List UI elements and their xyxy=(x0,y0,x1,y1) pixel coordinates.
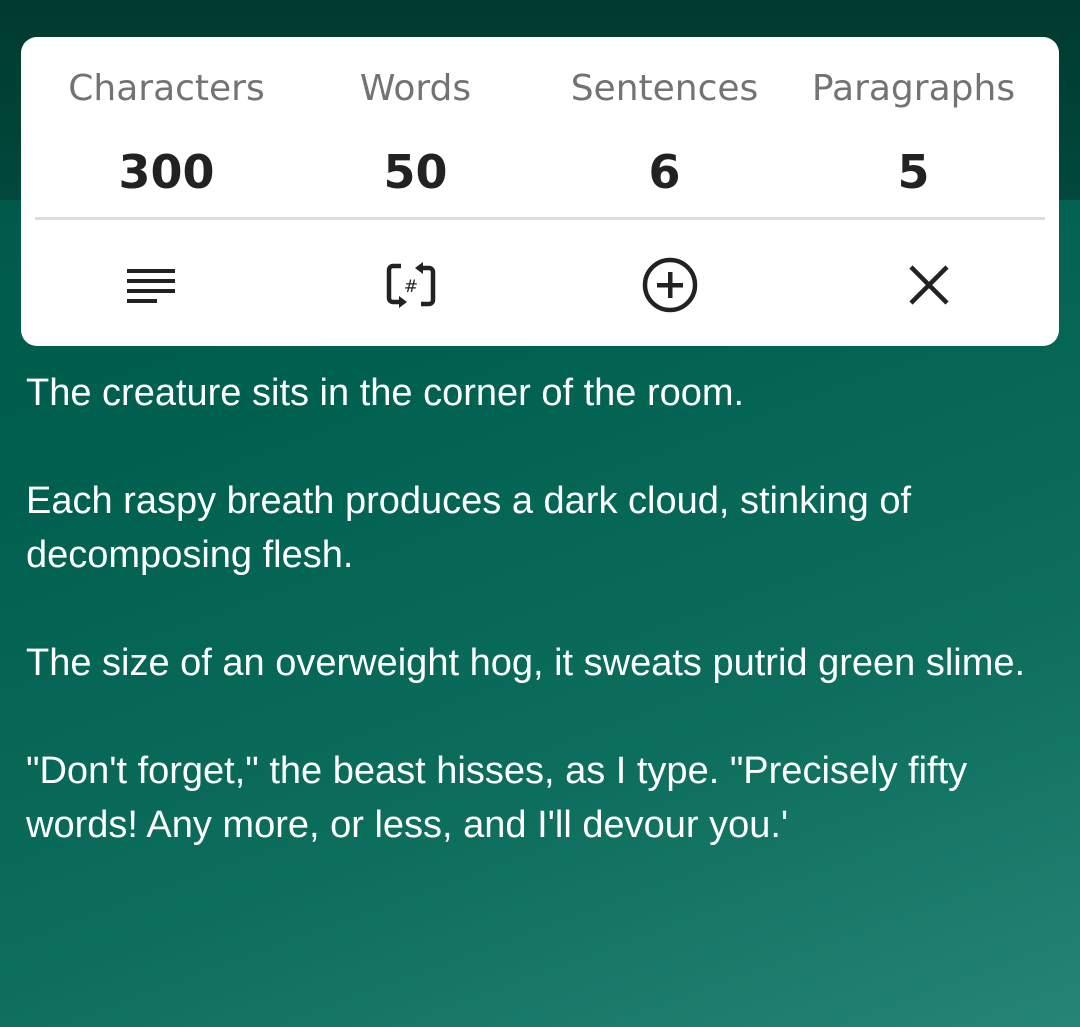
word-count-card: Characters 300 Words 50 Sentences 6 Para… xyxy=(21,37,1059,346)
story-paragraph: "Don't forget," the beast hisses, as I t… xyxy=(26,750,968,846)
stat-label: Words xyxy=(359,68,472,109)
story-paragraph: Each raspy breath produces a dark cloud,… xyxy=(26,480,912,576)
stat-label: Sentences xyxy=(570,68,759,109)
stat-value: 6 xyxy=(648,145,681,199)
stats-row: Characters 300 Words 50 Sentences 6 Para… xyxy=(42,37,1038,197)
stat-label: Paragraphs xyxy=(811,68,1016,109)
stat-value: 50 xyxy=(383,145,448,199)
divider xyxy=(35,217,1045,220)
add-button[interactable] xyxy=(632,247,708,323)
story-paragraph: The creature sits in the corner of the r… xyxy=(26,372,745,414)
stat-value: 5 xyxy=(897,145,930,199)
actions-row: # xyxy=(21,247,1059,323)
stat-sentences: Sentences 6 xyxy=(540,37,789,197)
story-text[interactable]: The creature sits in the corner of the r… xyxy=(26,366,1056,906)
close-icon xyxy=(909,265,949,305)
stat-words: Words 50 xyxy=(291,37,540,197)
hash-refresh-icon: # xyxy=(386,262,436,308)
close-button[interactable] xyxy=(891,247,967,323)
add-circle-icon xyxy=(642,257,698,313)
stat-label: Characters xyxy=(68,68,265,109)
stat-characters: Characters 300 xyxy=(42,37,291,197)
format-button[interactable] xyxy=(113,247,189,323)
stat-value: 300 xyxy=(118,145,215,199)
stat-paragraphs: Paragraphs 5 xyxy=(789,37,1038,197)
story-paragraph: The size of an overweight hog, it sweats… xyxy=(26,642,1026,684)
text-lines-icon xyxy=(127,269,175,303)
recount-button[interactable]: # xyxy=(373,247,449,323)
svg-text:#: # xyxy=(404,277,418,297)
